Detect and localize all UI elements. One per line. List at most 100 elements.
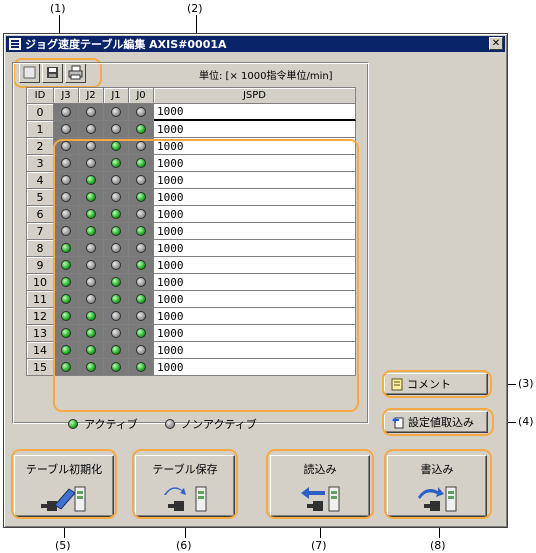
inactive-led-icon — [165, 419, 175, 429]
bit-cell-j0 — [129, 291, 154, 308]
table-row: 10 1000 — [27, 274, 356, 291]
legend-inactive: ノンアクティブ — [165, 416, 257, 432]
inactive-led-icon — [86, 158, 96, 168]
row-id: 6 — [27, 206, 54, 223]
bit-cell-j2 — [79, 359, 104, 376]
jspd-value-field[interactable]: 1000 — [154, 274, 356, 291]
inactive-led-icon — [136, 277, 146, 287]
jspd-value-field[interactable]: 1000 — [154, 206, 356, 223]
bit-cell-j0 — [129, 274, 154, 291]
read-button-label: 読込み — [303, 463, 337, 476]
inactive-led-icon — [136, 209, 146, 219]
jspd-value-field[interactable]: 1000 — [154, 257, 356, 274]
bit-cell-j1 — [104, 155, 129, 172]
jspd-value-field[interactable]: 1000 — [154, 172, 356, 189]
bit-cell-j2 — [79, 274, 104, 291]
write-button[interactable]: 書込み — [387, 455, 487, 517]
comment-button[interactable]: コメント — [384, 373, 488, 395]
table-init-button[interactable]: テーブル初期化 — [14, 455, 114, 517]
active-led-icon — [111, 141, 121, 151]
active-led-icon — [61, 243, 71, 253]
jspd-value-field[interactable]: 1000 — [154, 342, 356, 359]
inactive-led-icon — [61, 209, 71, 219]
active-led-icon — [136, 124, 146, 134]
callout-6: (6) — [176, 539, 192, 552]
inactive-led-icon — [111, 328, 121, 338]
bit-cell-j3 — [54, 342, 79, 359]
active-led-icon — [111, 277, 121, 287]
bit-cell-j3 — [54, 359, 79, 376]
jspd-value-field[interactable]: 1000 — [154, 359, 356, 376]
inactive-led-icon — [136, 345, 146, 355]
bit-cell-j0 — [129, 223, 154, 240]
write-arrow-drive-icon — [418, 486, 457, 512]
active-led-icon — [86, 328, 96, 338]
active-led-icon — [86, 311, 96, 321]
active-led-icon — [111, 158, 121, 168]
active-led-icon — [111, 209, 121, 219]
bit-cell-j2 — [79, 206, 104, 223]
table-row: 7 1000 — [27, 223, 356, 240]
read-settings-button[interactable]: 設定値取込み — [384, 411, 488, 433]
bit-cell-j1 — [104, 172, 129, 189]
bit-cell-j0 — [129, 172, 154, 189]
bit-cell-j0 — [129, 342, 154, 359]
close-button[interactable]: ✕ — [489, 37, 503, 50]
bit-cell-j3 — [54, 104, 79, 121]
jspd-value-field[interactable]: 1000 — [154, 155, 356, 172]
active-led-icon — [61, 260, 71, 270]
unit-label: 単位: [× 1000指令単位/min] — [199, 71, 333, 82]
bit-cell-j1 — [104, 121, 129, 138]
inactive-led-icon — [111, 311, 121, 321]
write-button-label: 書込み — [420, 463, 454, 476]
jspd-value-field[interactable]: 1000 — [154, 325, 356, 342]
bit-cell-j0 — [129, 257, 154, 274]
inactive-led-icon — [86, 141, 96, 151]
bit-cell-j0 — [129, 240, 154, 257]
active-led-icon — [136, 294, 146, 304]
jspd-value-field[interactable]: 1000 — [154, 138, 356, 155]
callout-7: (7) — [311, 539, 327, 552]
table-row: 15 1000 — [27, 359, 356, 376]
active-led-icon — [136, 158, 146, 168]
active-led-icon — [86, 209, 96, 219]
inactive-led-icon — [61, 141, 71, 151]
table-row: 3 1000 — [27, 155, 356, 172]
jspd-value-field[interactable]: 1000 — [154, 291, 356, 308]
callout-3: (3) — [518, 377, 534, 390]
read-settings-button-label: 設定値取込み — [408, 416, 474, 429]
inactive-led-icon — [111, 175, 121, 185]
jspd-value-field[interactable]: 1000 — [154, 121, 356, 138]
bit-cell-j2 — [79, 342, 104, 359]
inactive-led-icon — [86, 124, 96, 134]
read-button[interactable]: 読込み — [270, 455, 370, 517]
jspd-value-field[interactable]: 1000 — [154, 189, 356, 206]
table-row: 4 1000 — [27, 172, 356, 189]
table-save-button[interactable]: テーブル保存 — [135, 455, 235, 517]
inactive-led-icon — [136, 175, 146, 185]
row-id: 12 — [27, 308, 54, 325]
legend-active-label: アクティブ — [84, 418, 138, 431]
inactive-led-icon — [61, 175, 71, 185]
jspd-value-field[interactable]: 1000 — [154, 104, 356, 121]
bit-cell-j0 — [129, 206, 154, 223]
row-id: 13 — [27, 325, 54, 342]
row-id: 9 — [27, 257, 54, 274]
row-id: 15 — [27, 359, 54, 376]
active-led-icon — [68, 419, 78, 429]
bit-cell-j2 — [79, 104, 104, 121]
bit-cell-j0 — [129, 121, 154, 138]
bit-cell-j0 — [129, 138, 154, 155]
inactive-led-icon — [111, 107, 121, 117]
active-led-icon — [111, 362, 121, 372]
jspd-value-field[interactable]: 1000 — [154, 240, 356, 257]
jspd-value-field[interactable]: 1000 — [154, 223, 356, 240]
jog-speed-table: ID J3 J2 J1 J0 JSPD 0 1000 1 1000 2 1000 3 1000… — [26, 87, 356, 376]
callout-4: (4) — [518, 415, 534, 428]
bit-cell-j0 — [129, 104, 154, 121]
bit-cell-j3 — [54, 155, 79, 172]
jspd-value-field[interactable]: 1000 — [154, 308, 356, 325]
bit-cell-j1 — [104, 206, 129, 223]
bit-cell-j2 — [79, 308, 104, 325]
bit-cell-j2 — [79, 257, 104, 274]
